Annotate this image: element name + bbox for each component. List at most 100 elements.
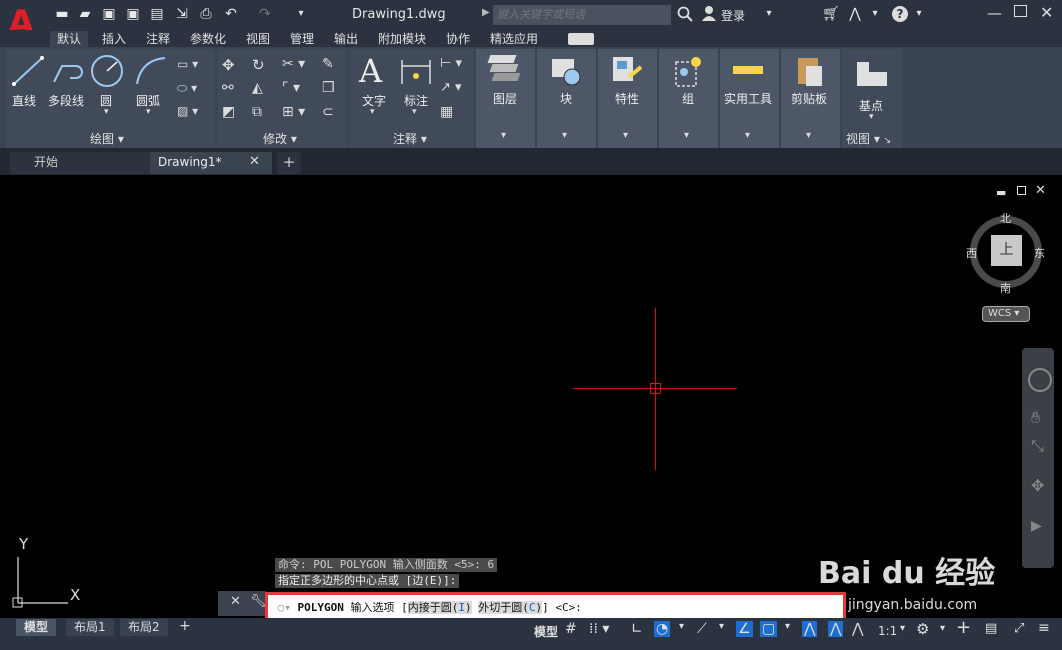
scale-dropdown-icon[interactable]: ▾ [900,623,905,634]
copy-icon[interactable]: ⚯ [222,80,234,96]
workspace-gear-icon[interactable]: ⚙ [916,620,929,638]
line-icon[interactable] [10,54,46,88]
annotation-monitor-icon[interactable]: + [956,617,971,638]
isodraft-dropdown-icon[interactable]: ▾ [719,621,724,632]
undo-icon[interactable]: ↶ [222,5,240,23]
viewcube-top-face[interactable]: 上 [991,235,1022,266]
leader-icon[interactable]: ↗ ▾ [440,80,462,95]
tab-addins[interactable]: 附加模块 [371,31,433,48]
tab-default[interactable]: 默认 [50,31,89,48]
annotation-visibility-icon[interactable]: ⋀ [802,621,818,637]
move-icon[interactable]: ✥ [222,56,235,74]
snap-icon[interactable]: ⁞⁞ ▾ [589,621,609,637]
table-icon[interactable]: ▦ [440,104,453,120]
share-icon[interactable]: ⇲ [173,5,191,23]
layout-tab-model[interactable]: 模型 [16,619,57,636]
annotation-scale-value[interactable]: 1:1 [878,624,897,638]
command-input[interactable]: ○▾ POLYGON 输入选项 [内接于圆(I) 外切于圆(C)] <C>: [271,598,840,617]
showmotion-icon[interactable]: ▶ [1031,518,1042,534]
new-tab-button[interactable]: + [277,152,301,174]
annotation-scale-icon[interactable]: ⋀ [852,621,863,637]
tab-featured-apps[interactable]: 精选应用 [483,31,545,48]
zoom-extents-icon[interactable]: ⤡ [1031,436,1044,456]
grid-icon[interactable]: # [565,621,577,637]
tab-view[interactable]: 视图 [239,31,277,48]
minimize-button[interactable]: — [987,4,1002,22]
linear-dim-icon[interactable]: ⊢ ▾ [440,56,462,71]
dimension-icon[interactable] [399,56,433,88]
base-dropdown-icon[interactable]: ▾ [869,112,874,122]
option-circumscribed[interactable]: 外切于圆(C) [478,601,543,614]
polyline-icon[interactable] [50,54,86,88]
cart-icon[interactable]: 🛒︎ [822,5,840,23]
autoscale-icon[interactable]: ⋀ [828,621,844,637]
app-dropdown-icon[interactable]: ▾ [866,5,884,23]
customization-menu-icon[interactable]: ≡ [1038,620,1050,636]
line-button-label[interactable]: 直线 [12,92,36,109]
command-recent-icon[interactable]: ○▾ [271,601,298,614]
circle-dropdown-icon[interactable]: ▾ [104,107,109,117]
print-icon[interactable]: ⎙ [197,5,215,23]
dimension-dropdown-icon[interactable]: ▾ [412,107,417,117]
tab-parametric[interactable]: 参数化 [183,31,233,48]
compass-east[interactable]: 东 [1034,245,1045,261]
new-file-icon[interactable]: ▬ [53,5,71,23]
wcs-menu[interactable]: WCS ▾ [982,306,1030,322]
tab-manage[interactable]: 管理 [283,31,321,48]
utilities-dropdown-icon[interactable]: ▾ [745,130,750,141]
view-panel-title[interactable]: 视图 ▾ ↘ [846,130,891,147]
add-layout-icon[interactable]: + [179,618,191,634]
search-input[interactable] [493,5,671,25]
login-dropdown-icon[interactable]: ▾ [760,5,778,23]
orbit-icon[interactable]: ✥ [1031,476,1044,495]
layout-tab-layout2[interactable]: 布局2 [120,619,168,636]
viewcube[interactable]: 北 南 西 东 上 [966,210,1045,295]
close-button[interactable]: ✕ [1040,3,1053,22]
text-dropdown-icon[interactable]: ▾ [370,107,375,117]
help-icon[interactable]: ? [892,6,908,22]
redo-icon[interactable]: ↷ [256,5,274,23]
stretch-icon[interactable]: ◩ [222,104,235,120]
save-as-icon[interactable]: ▣ [124,5,142,23]
rectangle-icon[interactable]: ▭ ▾ [177,57,198,71]
polyline-button-label[interactable]: 多段线 [48,92,84,109]
draw-panel-title[interactable]: 绘图 ▾ [90,130,124,147]
annotation-panel-title[interactable]: 注释 ▾ [393,130,427,147]
erase-icon[interactable]: ✎ [322,56,334,72]
groups-dropdown-icon[interactable]: ▾ [684,130,689,141]
model-space-button[interactable]: 模型 [534,623,558,640]
layout-tab-layout1[interactable]: 布局1 [66,619,114,636]
customize-dropdown-icon[interactable]: ▾ [292,5,310,23]
search-icon[interactable] [677,6,693,22]
clipboard-dropdown-icon[interactable]: ▾ [806,130,811,141]
trim-icon[interactable]: ✂ ▾ [282,56,305,72]
isodraft-icon[interactable]: ⟋ [697,621,707,637]
viewport-minimize-icon[interactable]: ▬ [996,186,1006,199]
viewport-close-icon[interactable]: ✕ [1035,183,1046,198]
properties-dropdown-icon[interactable]: ▾ [623,130,628,141]
offset-icon[interactable]: ⊂ [322,104,334,120]
gradient-icon[interactable]: ▨ ▾ [177,104,198,118]
tab-output[interactable]: 输出 [327,31,365,48]
open-folder-icon[interactable]: ▰ [76,5,94,23]
save-icon[interactable]: ▣ [100,5,118,23]
tab-annotate[interactable]: 注释 [139,31,177,48]
autodesk-app-icon[interactable]: ⋀ [846,5,864,23]
text-icon[interactable]: A [359,52,382,90]
osnap-dropdown-icon[interactable]: ▾ [785,621,790,632]
circle-icon[interactable] [89,54,125,88]
layers-dropdown-icon[interactable]: ▾ [501,130,506,141]
ribbon-minimize-toggle[interactable] [568,33,594,45]
units-icon[interactable]: ▤ [985,621,997,636]
steering-wheel-icon[interactable] [1028,368,1052,392]
scale-icon[interactable]: ⧉ [252,104,262,120]
search-expand-icon[interactable]: ▶ [482,7,490,18]
array-icon[interactable]: ⊞ ▾ [282,104,305,120]
tab-start[interactable]: 开始 [10,152,150,174]
rotate-icon[interactable]: ↻ [252,56,265,74]
mirror-icon[interactable]: ◭ [252,80,263,96]
user-icon[interactable] [702,5,716,21]
workspace-dropdown-icon[interactable]: ▾ [940,623,945,634]
fullscreen-icon[interactable]: ⤢ [1014,621,1024,636]
fillet-icon[interactable]: ⌜ ▾ [282,80,300,96]
